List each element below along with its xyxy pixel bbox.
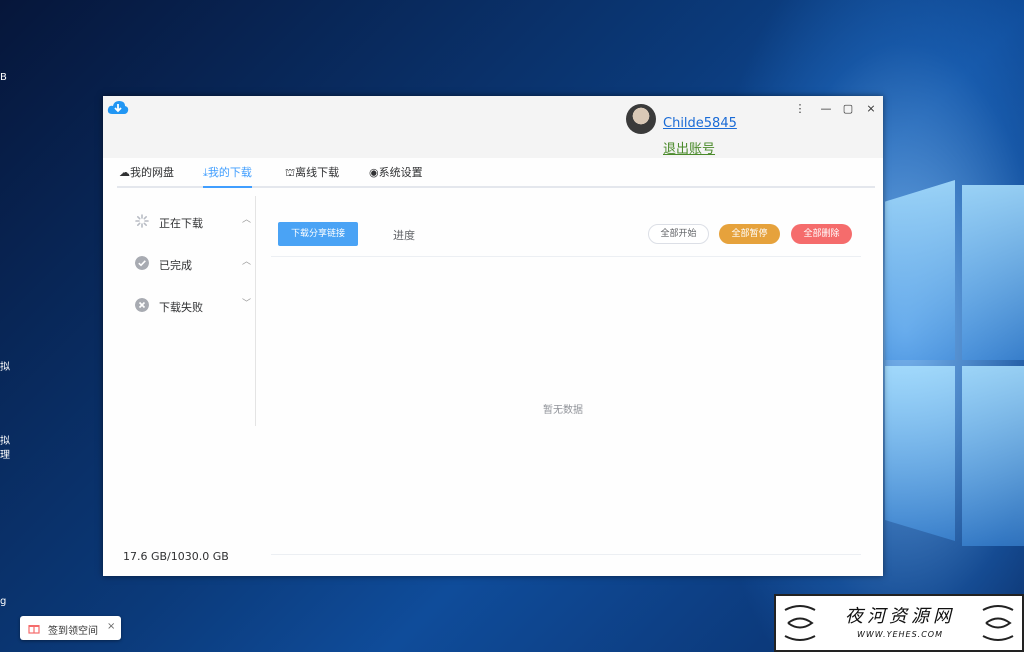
main-tabs: ☁我的网盘 ⤓我的下载 ⛫离线下载 ◉系统设置 xyxy=(117,164,875,188)
chevron-up-icon: ︿ xyxy=(241,215,251,225)
start-all-button[interactable]: 全部开始 xyxy=(648,224,709,244)
desktop-icon-label[interactable]: g xyxy=(0,596,6,607)
sidebar-item-label: 已完成 xyxy=(159,259,192,272)
desktop-icon-label[interactable]: 理 xyxy=(0,446,10,461)
desktop-logo-pane-top-left xyxy=(885,180,955,360)
footer-divider xyxy=(271,554,861,555)
chevron-up-icon: ︿ xyxy=(241,257,251,267)
desktop-icon-label[interactable]: 拟 xyxy=(0,432,10,447)
sidebar-item-completed[interactable]: 已完成 ︿ xyxy=(135,254,251,274)
sidebar-item-label: 正在下载 xyxy=(159,217,203,230)
tab-settings[interactable]: ◉系统设置 xyxy=(369,164,423,186)
ornament-icon xyxy=(784,605,816,641)
desktop-logo-pane-bottom-left xyxy=(885,366,955,541)
maximize-icon[interactable]: ▢ xyxy=(841,102,855,115)
close-icon[interactable]: ⨯ xyxy=(864,102,878,115)
loading-spinner-icon xyxy=(135,214,149,228)
ornament-icon xyxy=(982,605,1014,641)
watermark-logo: 夜河资源网 WWW.YEHES.COM xyxy=(774,594,1024,652)
tab-label: 系统设置 xyxy=(378,166,423,179)
toast-label: 签到领空间 xyxy=(48,626,98,637)
tab-label: 离线下载 xyxy=(295,166,340,179)
app-window: Childe5845 退出账号 ⋮ — ▢ ⨯ ☁我的网盘 ⤓我的下载 ⛫离线下… xyxy=(103,96,883,576)
check-circle-icon xyxy=(135,256,149,270)
desktop-icon-label[interactable]: 拟 xyxy=(0,358,10,373)
title-bar: Childe5845 退出账号 ⋮ — ▢ ⨯ xyxy=(103,96,883,158)
empty-state-text: 暂无数据 xyxy=(543,405,583,416)
close-icon[interactable]: × xyxy=(107,621,115,632)
watermark-title: 夜河资源网 xyxy=(845,606,955,627)
tab-my-drive[interactable]: ☁我的网盘 xyxy=(119,164,174,186)
desktop-logo-pane-bottom-right xyxy=(962,366,1024,546)
sidebar-item-label: 下载失败 xyxy=(159,301,203,314)
tab-offline-download[interactable]: ⛫离线下载 xyxy=(285,164,339,186)
desktop-logo-pane-top-right xyxy=(962,185,1024,360)
sidebar-item-downloading[interactable]: 正在下载 ︿ xyxy=(135,212,251,232)
tab-label: 我的网盘 xyxy=(130,166,174,179)
username-link[interactable]: Childe5845 xyxy=(663,116,737,131)
delete-all-button[interactable]: 全部删除 xyxy=(791,224,852,244)
tab-my-downloads[interactable]: ⤓我的下载 xyxy=(203,164,252,188)
avatar[interactable] xyxy=(626,104,656,134)
download-share-link-button[interactable]: 下载分享链接 xyxy=(278,222,358,246)
storage-usage: 17.6 GB/1030.0 GB xyxy=(123,550,229,563)
cloud-icon: ☁ xyxy=(119,166,130,179)
more-menu-icon[interactable]: ⋮ xyxy=(793,102,807,115)
desktop-icon-label[interactable]: B xyxy=(0,72,7,83)
watermark-url: WWW.YEHES.COM xyxy=(856,630,944,639)
sign-in-reward-toast[interactable]: 签到领空间 × xyxy=(20,616,121,640)
chevron-down-icon: ﹀ xyxy=(241,299,251,309)
logout-link[interactable]: 退出账号 xyxy=(663,138,715,157)
minimize-icon[interactable]: — xyxy=(819,102,833,115)
progress-label: 进度 xyxy=(393,229,415,242)
sidebar-item-failed[interactable]: 下载失败 ﹀ xyxy=(135,296,251,316)
error-circle-icon xyxy=(135,298,149,312)
download-status-sidebar: 正在下载 ︿ 已完成 ︿ 下载失败 ﹀ xyxy=(117,196,256,426)
tab-label: 我的下载 xyxy=(207,166,252,179)
toolbar-divider xyxy=(271,256,861,257)
pause-all-button[interactable]: 全部暂停 xyxy=(719,224,780,244)
offline-icon: ⛫ xyxy=(285,166,296,179)
gift-icon xyxy=(28,625,40,634)
settings-icon: ◉ xyxy=(369,166,379,179)
cloud-download-logo-icon xyxy=(107,101,129,114)
